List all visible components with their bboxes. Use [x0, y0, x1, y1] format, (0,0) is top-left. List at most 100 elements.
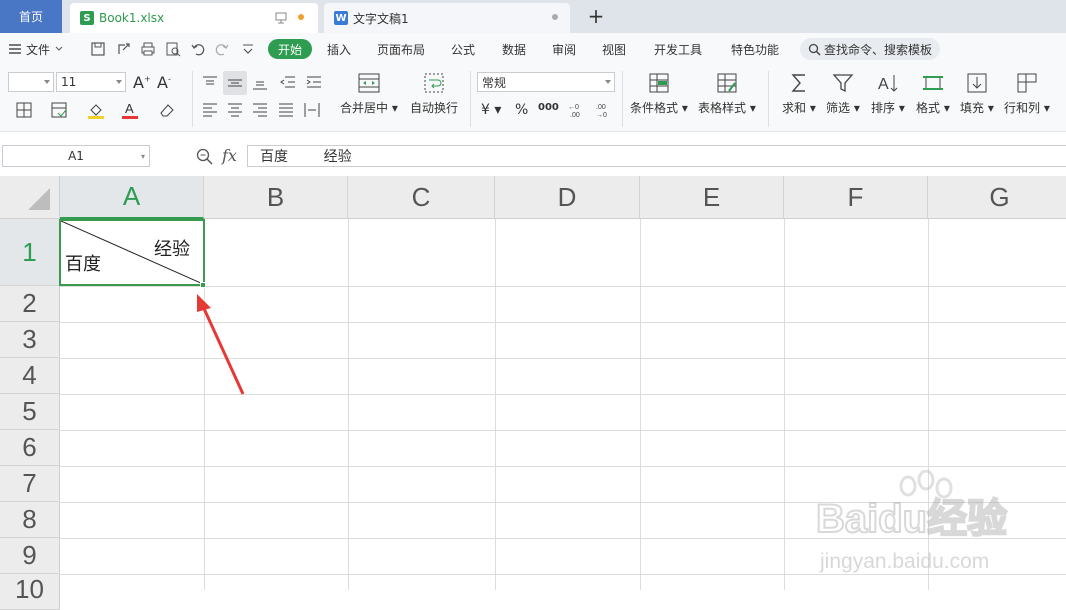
select-all-triangle-icon [28, 188, 50, 210]
formula-input[interactable]: 百度 经验 [247, 145, 1066, 167]
sort-button[interactable]: A 排序 ▾ [871, 71, 905, 116]
row-header-2[interactable]: 2 [0, 286, 60, 322]
font-name-select[interactable] [8, 72, 54, 92]
formula-input-value: 百度 经验 [260, 149, 352, 165]
align-top-icon[interactable] [201, 74, 219, 92]
wrap-text-label: 自动换行 [410, 101, 459, 115]
tab-doc1[interactable]: W 文字文稿1 [324, 3, 570, 33]
menu-view[interactable]: 视图 [602, 33, 626, 65]
new-tab-button[interactable]: + [585, 4, 607, 28]
row-header-5[interactable]: 5 [0, 394, 60, 430]
merge-cells-icon [358, 73, 380, 93]
merge-center-label: 合并居中 [340, 101, 389, 115]
watermark-url: jingyan.baidu.com [819, 550, 989, 573]
row-header-10[interactable]: 10 [0, 574, 60, 610]
row-header-9[interactable]: 9 [0, 538, 60, 574]
menu-formulas[interactable]: 公式 [451, 33, 475, 65]
conditional-format-label: 条件格式 [630, 101, 679, 115]
menu-special[interactable]: 特色功能 [731, 33, 779, 65]
sort-icon: A [878, 75, 898, 93]
menu-data[interactable]: 数据 [502, 33, 526, 65]
export-icon[interactable] [116, 41, 132, 57]
file-menu-label: 文件 [26, 42, 51, 57]
conditional-format-icon [649, 73, 669, 93]
row-header-6[interactable]: 6 [0, 430, 60, 466]
name-box-dropdown-icon[interactable]: ▾ [141, 152, 145, 161]
increase-indent-icon[interactable] [305, 74, 323, 92]
menu-developer[interactable]: 开发工具 [654, 33, 702, 65]
menu-page-layout[interactable]: 页面布局 [377, 33, 425, 65]
thousands-button[interactable]: 000 [538, 102, 559, 113]
search-icon [808, 43, 821, 56]
column-header-E[interactable]: E [640, 176, 784, 219]
row-header-7[interactable]: 7 [0, 466, 60, 502]
sort-label: 排序 [871, 101, 896, 115]
row-header-1[interactable]: 1 [0, 219, 60, 286]
rows-cols-icon [1017, 73, 1037, 93]
cell-style-icon[interactable] [50, 101, 68, 119]
menu-start[interactable]: 开始 [268, 39, 313, 59]
column-header-D[interactable]: D [495, 176, 640, 219]
unsaved-dot-icon [298, 14, 304, 20]
column-header-G[interactable]: G [928, 176, 1066, 219]
tab-book1[interactable]: S Book1.xlsx [70, 3, 318, 33]
select-all-corner[interactable] [0, 176, 60, 219]
wrap-text-button[interactable]: 自动换行 [410, 71, 458, 116]
sum-button[interactable]: 求和 ▾ [782, 71, 816, 116]
save-icon[interactable] [90, 41, 106, 57]
column-header-C[interactable]: C [348, 176, 495, 219]
file-menu[interactable]: 文件 [8, 33, 64, 65]
align-right-icon[interactable] [251, 101, 269, 119]
percent-button[interactable]: % [515, 102, 528, 118]
decrease-decimal-icon[interactable]: .00→0 [592, 101, 610, 119]
distribute-icon[interactable] [303, 101, 321, 119]
zoom-function-icon[interactable] [196, 148, 213, 165]
format-button[interactable]: 格式 ▾ [916, 71, 950, 116]
column-header-B[interactable]: B [204, 176, 348, 219]
conditional-format-button[interactable]: 条件格式 ▾ [630, 71, 688, 116]
name-box[interactable]: A1 ▾ [2, 145, 150, 167]
table-style-button[interactable]: 表格样式 ▾ [698, 71, 756, 116]
decrease-indent-icon[interactable] [279, 74, 297, 92]
row-header-4[interactable]: 4 [0, 358, 60, 394]
align-bottom-icon[interactable] [251, 74, 269, 92]
print-icon[interactable] [140, 41, 156, 57]
fill-button[interactable]: 填充 ▾ [960, 71, 994, 116]
menu-insert[interactable]: 插入 [327, 33, 351, 65]
row-header-3[interactable]: 3 [0, 322, 60, 358]
number-format-select[interactable]: 常规 [477, 72, 615, 92]
column-header-A[interactable]: A [60, 176, 204, 219]
monitor-icon[interactable] [275, 12, 287, 24]
increase-font-icon[interactable]: A+ [133, 73, 151, 92]
column-header-F[interactable]: F [784, 176, 928, 219]
menu-review[interactable]: 审阅 [552, 33, 576, 65]
font-color-icon[interactable]: A [121, 101, 139, 119]
align-left-icon[interactable] [201, 101, 219, 119]
decrease-font-icon[interactable]: A- [157, 73, 175, 92]
increase-decimal-icon[interactable]: ←0.00 [566, 101, 584, 119]
align-center-icon[interactable] [226, 101, 244, 119]
justify-icon[interactable] [277, 101, 295, 119]
customize-icon[interactable] [240, 41, 256, 57]
merge-center-button[interactable]: 合并居中 ▾ [340, 71, 398, 116]
cell-A1[interactable]: 百度 经验 [59, 219, 205, 286]
align-middle-button[interactable] [223, 71, 247, 95]
undo-icon[interactable] [190, 41, 206, 57]
format-cells-icon [922, 76, 943, 90]
print-preview-icon[interactable] [165, 41, 181, 57]
tab-home[interactable]: 首页 [0, 0, 62, 33]
baidu-watermark: Baidu经验 jingyan.baidu.com [815, 469, 1036, 580]
currency-button[interactable]: ¥ ▾ [481, 102, 501, 118]
filter-button[interactable]: 筛选 ▾ [826, 71, 860, 116]
clear-format-icon[interactable] [158, 101, 176, 119]
fx-icon[interactable]: fx [222, 146, 237, 165]
rows-cols-button[interactable]: 行和列 ▾ [1004, 71, 1050, 116]
font-size-select[interactable]: 11 [56, 72, 126, 92]
formula-bar: A1 ▾ fx 百度 经验 [0, 140, 1066, 172]
fill-color-icon[interactable] [87, 101, 105, 119]
row-header-8[interactable]: 8 [0, 502, 60, 538]
command-search[interactable]: 查找命令、搜索模板 [800, 38, 940, 60]
writer-icon: W [334, 11, 348, 25]
redo-icon[interactable] [214, 41, 230, 57]
border-icon[interactable] [15, 101, 33, 119]
